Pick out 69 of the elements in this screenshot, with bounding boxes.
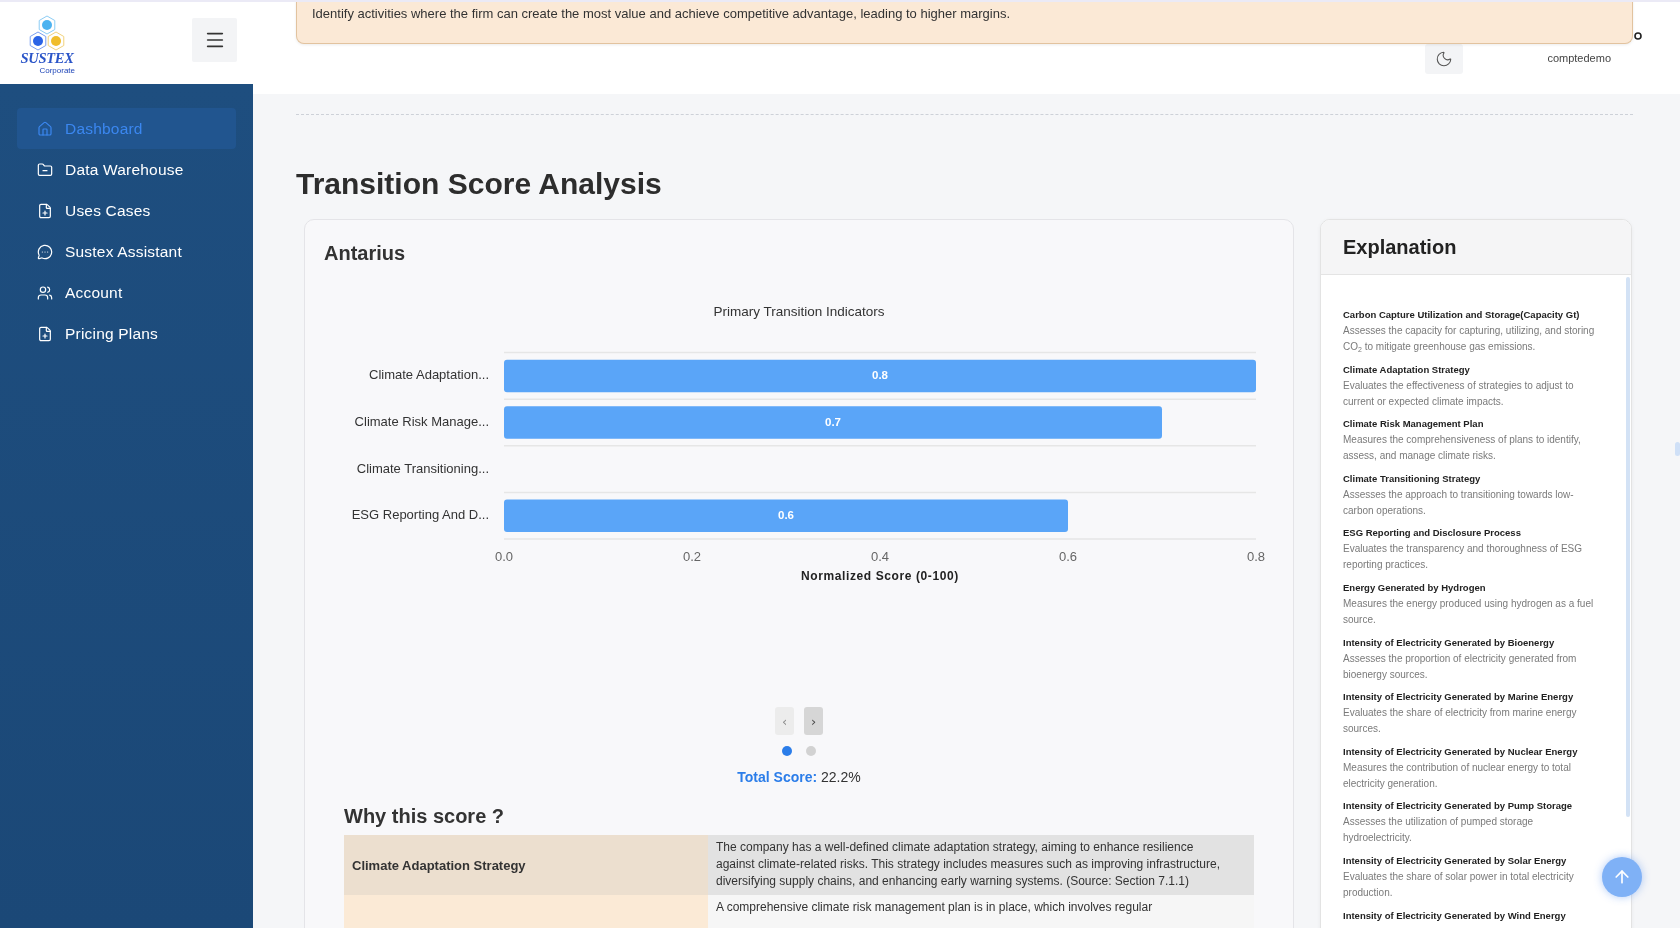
- indicator-title: Climate Transitioning Strategy: [1343, 471, 1482, 486]
- document-plus-icon: [37, 202, 53, 219]
- indicator-description: Measures the comprehensiveness of plans to identify, assess, and manage climate risks.: [1343, 433, 1582, 464]
- indicator-description: Measures the contribution of nuclear energy to total electricity generation.: [1343, 760, 1572, 791]
- axis-label: Climate Transitioning...: [356, 460, 489, 476]
- tick-label: 0.8: [1246, 549, 1266, 565]
- indicator-description: Assesses the capacity for capturing, utilizing, and storing CO$_{2}$ to mitigate greenhouse gas emissions.: [1343, 324, 1596, 355]
- menu-button[interactable]: [192, 18, 237, 62]
- section-title: Why this score ?: [344, 804, 505, 828]
- bar-value-label: 0.7: [825, 415, 841, 428]
- sidebar-item[interactable]: Sustex Assistant: [17, 231, 236, 272]
- tick-label: 0.4: [870, 549, 890, 565]
- indicator-description: Assesses the utilization of pumped storage hydroelectricity.: [1343, 815, 1535, 846]
- indicator-title: Intensity of Electricity Generated by Nuclear Energy: [1343, 744, 1579, 759]
- axis-title: Normalized Score (0-100): [801, 569, 959, 584]
- card-title: Explanation: [1343, 235, 1457, 259]
- indicator-description: Assesses the proportion of electricity generated from bioenergy sources.: [1343, 651, 1578, 682]
- table-cell: Climate Adaptation Strategy: [344, 835, 708, 895]
- indicator-description: Evaluates the share of solar power in total electricity production.: [1343, 869, 1575, 900]
- indicator-title: Climate Adaptation Strategy: [1343, 362, 1471, 377]
- chart-title: Primary Transition Indicators: [713, 303, 885, 319]
- home-icon: [37, 120, 53, 137]
- user-name: comptedemo: [1547, 51, 1611, 65]
- company-name: Antarius: [324, 241, 406, 265]
- scroll-to-top-button[interactable]: [1602, 857, 1642, 897]
- logo-tagline: Corporate: [39, 66, 75, 75]
- indicator-description: Measures the energy produced using hydrogen as a fuel source.: [1343, 596, 1595, 627]
- people-icon: [37, 284, 53, 301]
- table-cell: A comprehensive climate risk management plan is in place, which involves regular: [708, 895, 1254, 928]
- pager-dot[interactable]: [806, 746, 816, 756]
- folder-icon: [37, 161, 53, 178]
- indicator-title: Energy Generated by Hydrogen: [1343, 580, 1487, 595]
- indicator-title: Intensity of Electricity Generated by Marine Energy: [1343, 690, 1575, 705]
- pager-button[interactable]: ›: [804, 707, 823, 735]
- document-plus-icon: [37, 325, 53, 342]
- bar-value-label: 0.6: [778, 508, 794, 521]
- tick-label: 0.6: [1058, 549, 1078, 565]
- indicator-title: Intensity of Electricity Generated by Bioenergy: [1343, 635, 1556, 650]
- indicator-description: Evaluates the effectiveness of strategies to adjust to current or expected climate impacts.: [1343, 378, 1575, 409]
- theme-toggle-button[interactable]: [1425, 44, 1464, 74]
- tick-label: 0.0: [494, 549, 514, 565]
- banner-text: Identify activities where the firm can create the most value and achieve competitive advantage, leading to higher margins.: [312, 6, 1011, 21]
- moon-icon: [1435, 50, 1454, 68]
- ring-icon: [1634, 32, 1642, 40]
- sidebar-item[interactable]: Pricing Plans: [17, 313, 236, 354]
- bar-value-label: 0.8: [872, 368, 888, 381]
- pager-dot[interactable]: [782, 746, 792, 756]
- axis-label: Climate Adaptation...: [369, 367, 489, 383]
- indicator-title: Climate Risk Management Plan: [1343, 417, 1485, 432]
- axis-label: ESG Reporting And D...: [351, 507, 489, 523]
- sidebar-item[interactable]: Data Warehouse: [17, 149, 236, 190]
- indicator-title: Intensity of Electricity Generated by Solar Energy: [1343, 853, 1568, 868]
- axis-label: Climate Risk Manage...: [354, 413, 489, 429]
- indicator-title: Intensity of Electricity Generated by Pump Storage: [1343, 799, 1574, 814]
- sidebar-item[interactable]: Uses Cases: [17, 190, 236, 231]
- total-score: Total Score: 22.2%: [737, 768, 861, 786]
- page-title: Transition Score Analysis: [296, 166, 662, 202]
- scrollbar-thumb[interactable]: [1675, 442, 1680, 456]
- chat-bubble-icon: [37, 243, 53, 260]
- indicator-description: Evaluates the share of electricity from marine energy sources.: [1343, 706, 1578, 737]
- indicator-title: Carbon Capture Utilization and Storage(Capacity Gt): [1343, 308, 1581, 322]
- indicator-description: Assesses the approach to transitioning towards low-carbon operations.: [1343, 487, 1575, 518]
- indicator-title: ESG Reporting and Disclosure Process: [1343, 526, 1522, 541]
- tick-label: 0.2: [682, 549, 702, 565]
- indicator-title: Intensity of Electricity Generated by Wind Energy: [1343, 908, 1567, 923]
- logo-text: SUSTEX: [20, 51, 74, 66]
- sidebar-item[interactable]: Account: [17, 272, 236, 313]
- table-cell: The company has a well-defined climate adaptation strategy, aiming to enhance resilience against climate-related risks. This strategy includes measures such as improving infrastructure, diversifying supply chains, and enhancing early warning systems. (Source: Section 7.1.1): [708, 835, 1254, 895]
- indicator-description: Evaluates the transparency and thoroughness of ESG reporting practices.: [1343, 542, 1584, 573]
